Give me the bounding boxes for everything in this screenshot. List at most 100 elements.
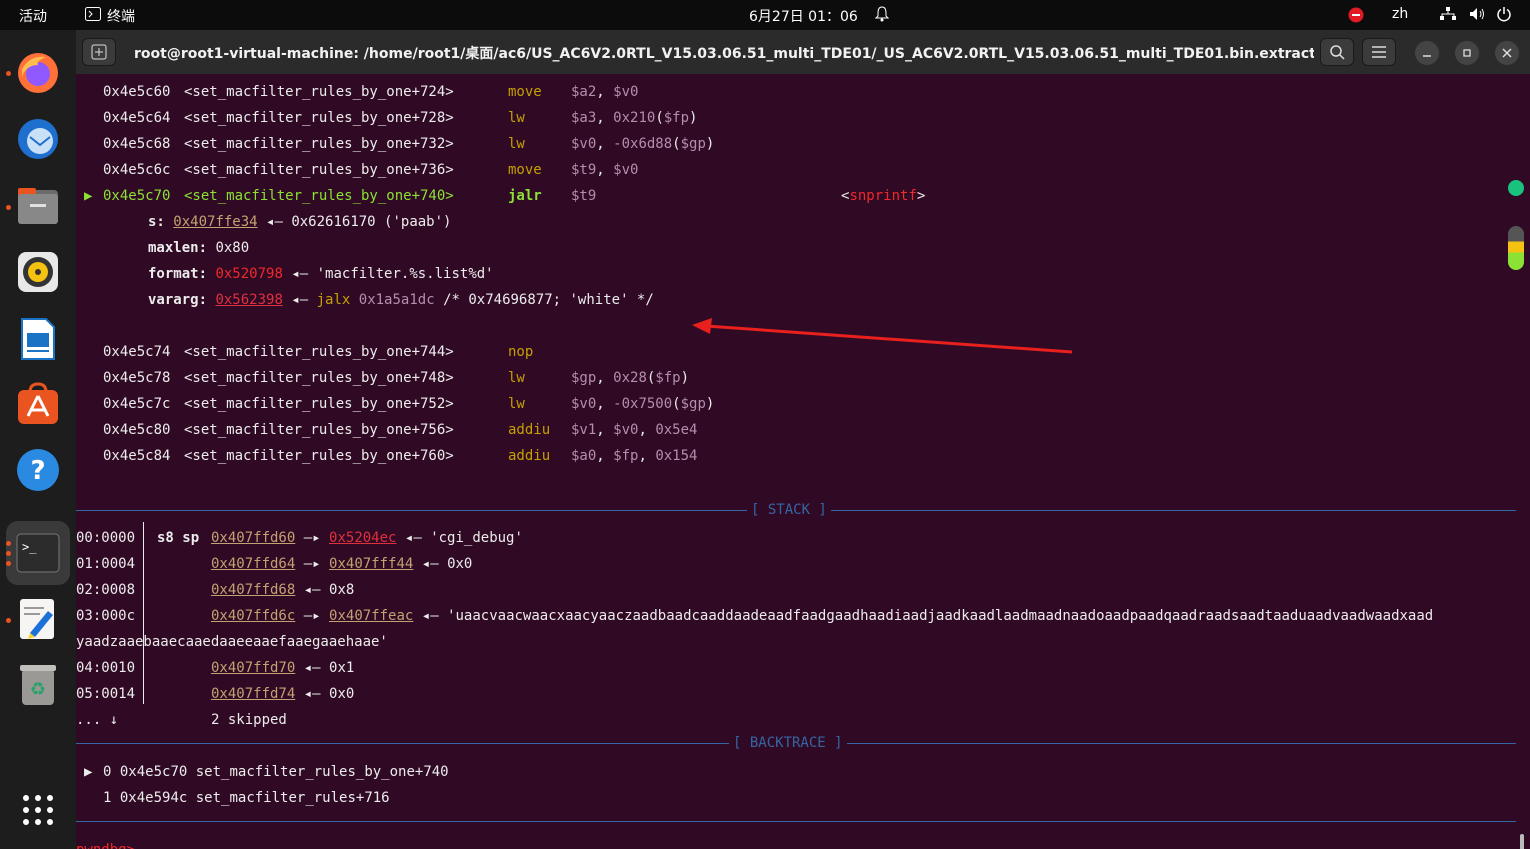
show-apps-icon[interactable] bbox=[22, 794, 54, 830]
disasm-line: 0x4e5c7c <set_macfilter_rules_by_one+752>… bbox=[103, 396, 715, 412]
bottom-separator bbox=[76, 821, 1516, 822]
stack-offset: 01:0004 bbox=[76, 556, 136, 572]
firefox-icon[interactable] bbox=[15, 50, 61, 96]
instr-opcode: jalr bbox=[508, 188, 542, 204]
window-title: root@root1-virtual-machine: /home/root1/… bbox=[134, 46, 1314, 62]
stack-offset: 04:0010 bbox=[76, 660, 136, 676]
stack-offset: 05:0014 bbox=[76, 686, 136, 702]
skipped-text: 2 skipped bbox=[211, 712, 287, 728]
disasm-line: 0x4e5c80 <set_macfilter_rules_by_one+756>… bbox=[103, 422, 698, 438]
backtrace-header: [ BACKTRACE ] bbox=[729, 735, 847, 751]
do-not-disturb-icon[interactable] bbox=[1348, 7, 1364, 27]
thunderbird-icon[interactable] bbox=[15, 116, 61, 162]
disasm-line: 0x4e5c68 <set_macfilter_rules_by_one+732>… bbox=[103, 136, 715, 152]
stack-row: 03:000c 0x407ffd6c —▸ 0x407ffeac ◂— 'uaac… bbox=[76, 608, 1434, 624]
instr-opcode: addiu bbox=[508, 448, 551, 464]
instr-addr: 0x4e5c84 bbox=[103, 448, 171, 464]
instr-symbol: <set_macfilter_rules_by_one+740> bbox=[184, 188, 454, 204]
minimize-button[interactable] bbox=[1415, 41, 1439, 65]
instr-symbol: <set_macfilter_rules_by_one+736> bbox=[184, 162, 454, 178]
stack-row: 02:0008 0x407ffd68 ◂— 0x8 bbox=[76, 582, 355, 598]
instr-addr: 0x4e5c60 bbox=[103, 84, 171, 100]
arg-format: format: 0x520798 ◂— 'macfilter.%s.list%d… bbox=[148, 266, 494, 282]
svg-text:?: ? bbox=[30, 456, 45, 486]
disasm-line: 0x4e5c6c <set_macfilter_rules_by_one+736>… bbox=[103, 162, 639, 178]
input-method[interactable]: zh bbox=[1392, 6, 1408, 22]
stack-header: [ STACK ] bbox=[747, 502, 831, 518]
svg-text:♻: ♻ bbox=[30, 679, 46, 700]
terminal-window: root@root1-virtual-machine: /home/root1/… bbox=[76, 30, 1530, 849]
instr-addr: 0x4e5c70 bbox=[103, 188, 171, 204]
running-indicator bbox=[6, 561, 11, 566]
disasm-line: 0x4e5c84 <set_macfilter_rules_by_one+760>… bbox=[103, 448, 698, 464]
disasm-line: 0x4e5c64 <set_macfilter_rules_by_one+728>… bbox=[103, 110, 698, 126]
current-instruction-marker: ▶ bbox=[84, 188, 93, 204]
maximize-button[interactable] bbox=[1455, 41, 1479, 65]
instr-addr: 0x4e5c68 bbox=[103, 136, 171, 152]
rhythmbox-icon[interactable] bbox=[15, 249, 61, 295]
arg-s: s: 0x407ffe34 ◂— 0x62616170 ('paab') bbox=[148, 214, 452, 230]
terminal-output[interactable]: 0x4e5c60 <set_macfilter_rules_by_one+724>… bbox=[76, 74, 1530, 849]
instr-addr: 0x4e5c64 bbox=[103, 110, 171, 126]
trash-icon[interactable]: ♻ bbox=[15, 662, 61, 708]
svg-text:>_: >_ bbox=[22, 540, 37, 554]
instr-addr: 0x4e5c78 bbox=[103, 370, 171, 386]
backtrace-frame: 1 0x4e594c set_macfilter_rules+716 bbox=[103, 790, 390, 806]
call-target: <snprintf> bbox=[841, 188, 926, 204]
help-icon[interactable]: ? bbox=[15, 447, 61, 493]
instr-symbol: <set_macfilter_rules_by_one+760> bbox=[184, 448, 454, 464]
stack-row: 05:0014 0x407ffd74 ◂— 0x0 bbox=[76, 686, 355, 702]
title-bar: root@root1-virtual-machine: /home/root1/… bbox=[76, 30, 1530, 74]
instr-addr: 0x4e5c7c bbox=[103, 396, 171, 412]
disasm-line: 0x4e5c60 <set_macfilter_rules_by_one+724>… bbox=[103, 84, 639, 100]
instr-symbol: <set_macfilter_rules_by_one+744> bbox=[184, 344, 454, 360]
instr-opcode: move bbox=[508, 162, 542, 178]
stack-row: 04:0010 0x407ffd70 ◂— 0x1 bbox=[76, 660, 355, 676]
power-icon[interactable] bbox=[1496, 6, 1512, 26]
stack-row: 00:0000 s8 sp 0x407ffd60 —▸ 0x5204ec ◂— 'c… bbox=[76, 530, 523, 546]
dock: ? >_ ♻ bbox=[0, 30, 76, 849]
stack-offset: 03:000c bbox=[76, 608, 136, 624]
menu-button[interactable] bbox=[1362, 38, 1396, 66]
instr-addr: 0x4e5c80 bbox=[103, 422, 171, 438]
running-indicator bbox=[6, 551, 11, 556]
stack-row: 01:0004 0x407ffd64 —▸ 0x407fff44 ◂— 0x0 bbox=[76, 556, 473, 572]
arg-vararg: vararg: 0x562398 ◂— jalx 0x1a5a1dc /* 0x… bbox=[148, 292, 654, 308]
search-button[interactable] bbox=[1320, 38, 1354, 66]
instr-opcode: nop bbox=[508, 344, 534, 360]
activities-button[interactable]: 活动 bbox=[19, 6, 47, 26]
volume-icon[interactable] bbox=[1469, 7, 1487, 25]
instr-opcode: lw bbox=[508, 136, 525, 152]
running-indicator bbox=[6, 541, 11, 546]
app-menu[interactable]: 终端 bbox=[107, 6, 135, 26]
network-icon[interactable] bbox=[1440, 7, 1456, 25]
disasm-line: ▶ 0x4e5c70 <set_macfilter_rules_by_one+740… bbox=[84, 188, 926, 204]
clock[interactable]: 6月27日 01：06 bbox=[749, 6, 858, 26]
instr-opcode: lw bbox=[508, 110, 525, 126]
new-tab-button[interactable] bbox=[82, 38, 116, 66]
instr-symbol: <set_macfilter_rules_by_one+748> bbox=[184, 370, 454, 386]
instr-opcode: lw bbox=[508, 370, 525, 386]
instr-opcode: lw bbox=[508, 396, 525, 412]
instr-addr: 0x4e5c74 bbox=[103, 344, 171, 360]
red-arrow-annotation bbox=[692, 318, 1073, 354]
ubuntu-software-icon[interactable] bbox=[15, 381, 61, 427]
level-indicator bbox=[1508, 226, 1524, 270]
stack-offset: 02:0008 bbox=[76, 582, 136, 598]
instr-opcode: addiu bbox=[508, 422, 551, 438]
pwndbg-prompt[interactable]: pwndbg> bbox=[76, 841, 135, 849]
scrollbar-thumb[interactable] bbox=[1520, 834, 1524, 849]
arg-maxlen: maxlen: 0x80 bbox=[148, 240, 250, 256]
stack-offset: 00:0000 bbox=[76, 530, 136, 546]
stack-wrap-line: yaadzaaebaaecaaedaaeeaaefaaegaaehaae' bbox=[76, 634, 388, 650]
bell-icon[interactable] bbox=[874, 6, 890, 26]
running-indicator bbox=[6, 71, 11, 76]
text-editor-icon[interactable] bbox=[15, 596, 61, 642]
top-bar: 活动 终端 6月27日 01：06 zh bbox=[0, 0, 1530, 30]
stack-register: s8 sp bbox=[157, 530, 200, 546]
files-icon[interactable] bbox=[15, 183, 61, 229]
terminal-dock-icon[interactable]: >_ bbox=[15, 530, 61, 576]
libreoffice-writer-icon[interactable] bbox=[15, 316, 61, 362]
close-button[interactable] bbox=[1495, 41, 1519, 65]
backtrace-frame: ▶ 0 0x4e5c70 set_macfilter_rules_by_one+7… bbox=[84, 764, 449, 780]
